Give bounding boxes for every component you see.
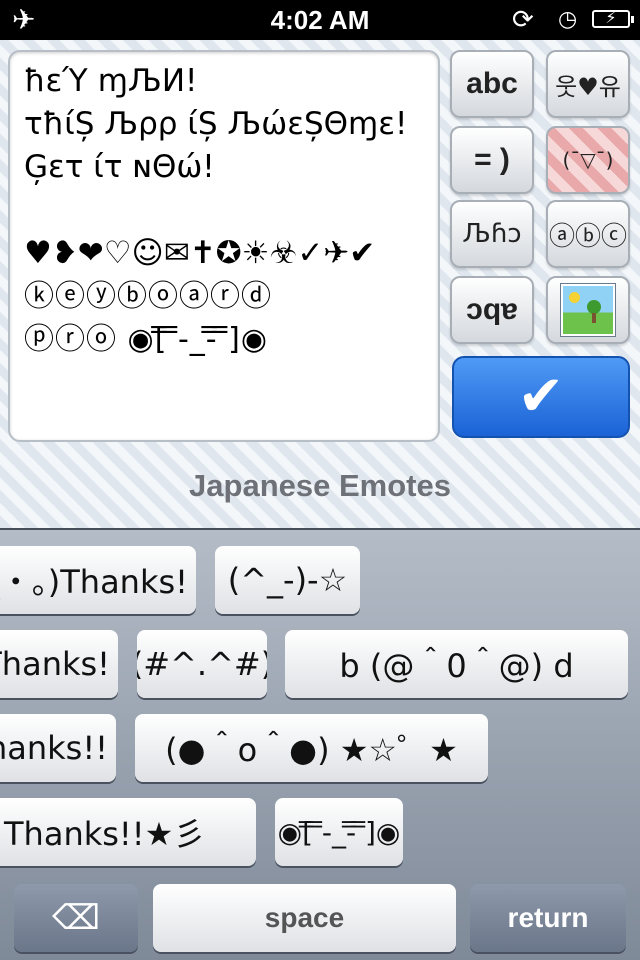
backspace-icon: ⌫ — [51, 898, 101, 938]
emote-key[interactable]: (^_-)-☆ — [215, 546, 360, 614]
style-smiley-button[interactable]: = ) — [450, 126, 534, 194]
charging-icon: ⚡ — [605, 8, 617, 27]
text-line: ħεΎ ɱЉИ! — [24, 63, 198, 99]
text-line: ♥❥❤♡☺✉✝✪☀☣✓✈✔ — [24, 235, 376, 271]
rotation-lock-icon: ⟳ — [512, 5, 534, 35]
insert-picture-button[interactable] — [546, 276, 630, 344]
checkmark-icon: ✔ — [517, 364, 565, 429]
tree-shape — [587, 300, 601, 314]
text-line: ⓟⓡⓞ ◉[̿ ̿-_-̿ ̿]◉ — [24, 322, 269, 357]
return-key[interactable]: return — [470, 884, 626, 952]
emote-key[interactable]: ◉[̿ ̿-_-̿ ̿]◉ — [275, 798, 403, 866]
backspace-key[interactable]: ⌫ — [14, 884, 138, 952]
emote-keyboard: _・。)Thanks! (^_-)-☆ Thanks! (#^.^#) b (@… — [0, 528, 640, 960]
compose-area: ħεΎ ɱЉИ! τħίȘ Љρρ ίȘ ЉώεȘΘɱε! Ģετ ίτ ɴΘώ… — [0, 40, 640, 528]
text-line-blank — [24, 189, 424, 232]
style-circled-button[interactable]: ⓐⓑⓒ — [546, 200, 630, 268]
style-fancy-button[interactable]: Љɦɔ — [450, 200, 534, 268]
style-abc-button[interactable]: abc — [450, 50, 534, 118]
emote-key[interactable]: (●＾o＾●) ★☆゜★ — [135, 714, 488, 782]
style-symbols-button[interactable]: 웃♥유 — [546, 50, 630, 118]
text-line: τħίȘ Љρρ ίȘ ЉώεȘΘɱε! — [24, 106, 408, 142]
emote-key[interactable]: _・。)Thanks! — [0, 546, 196, 614]
trunk-shape — [592, 313, 596, 323]
status-time: 4:02 AM — [270, 5, 370, 35]
emote-key[interactable]: Thanks!!★彡 — [0, 798, 256, 866]
text-line: ⓚⓔⓨⓑⓞⓐⓡⓓ — [24, 279, 272, 314]
style-kaomoji-button[interactable]: (¯▽¯) — [546, 126, 630, 194]
message-text-area[interactable]: ħεΎ ɱЉИ! τħίȘ Љρρ ίȘ ЉώεȘΘɱε! Ģετ ίτ ɴΘώ… — [8, 50, 440, 442]
space-key[interactable]: space — [153, 884, 456, 952]
text-line: Ģετ ίτ ɴΘώ! — [24, 149, 215, 185]
section-title: Japanese Emotes — [189, 468, 451, 503]
picture-icon — [561, 284, 615, 336]
emote-key[interactable]: hanks!! — [0, 714, 116, 782]
emote-key[interactable]: Thanks! — [0, 630, 118, 698]
alarm-icon: ◷ — [558, 7, 578, 32]
status-bar: ✈ 4:02 AM ⟳ ◷ ⚡ — [0, 0, 640, 40]
emote-key[interactable]: (#^.^#) — [137, 630, 267, 698]
emote-key[interactable]: b (@＾0＾@) d — [285, 630, 628, 698]
battery-icon: ⚡ — [592, 8, 634, 28]
sun-shape — [569, 292, 580, 303]
style-upside-down-button[interactable]: ɔqɐ — [450, 276, 534, 344]
done-button[interactable]: ✔ — [452, 356, 630, 438]
